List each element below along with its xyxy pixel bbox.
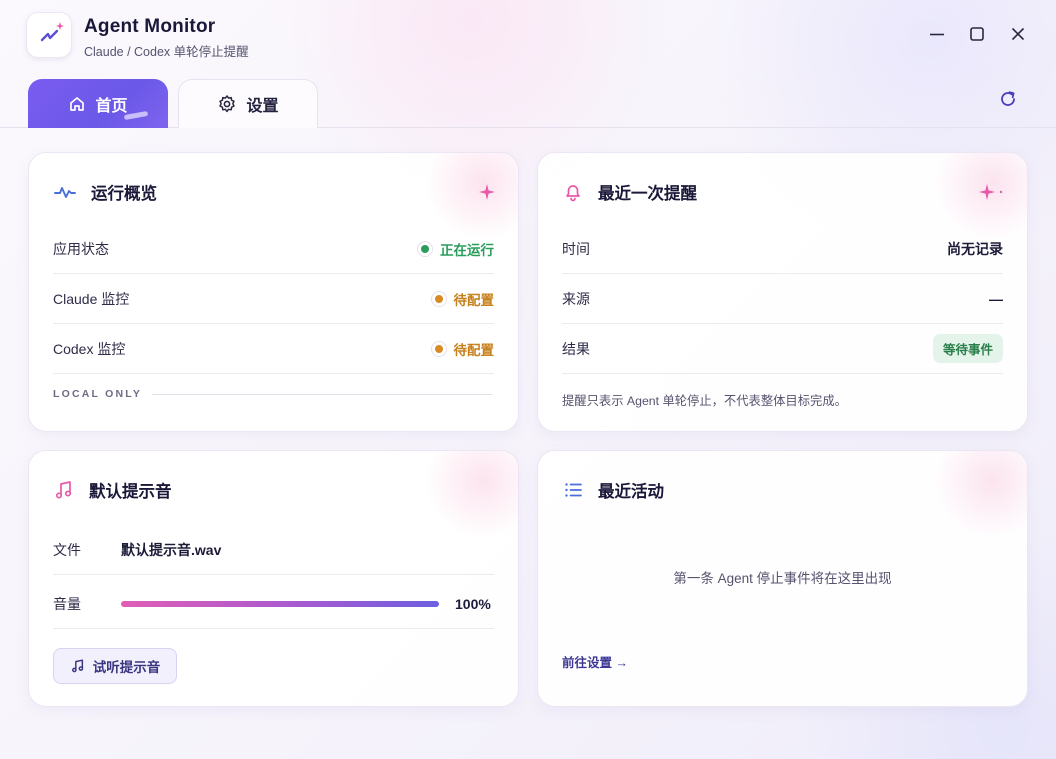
maximize-icon [970, 27, 984, 41]
lightning-sparkle-icon [40, 22, 64, 42]
music-note-icon [55, 481, 72, 499]
status-row-app: 应用状态 正在运行 [53, 224, 494, 274]
sound-card: 默认提示音 文件 默认提示音.wav 音量 100% 试听提示音 [28, 450, 519, 707]
sound-header: 默认提示音 [53, 478, 172, 502]
status-badge: 待配置 [430, 339, 494, 359]
sound-file-value: 默认提示音.wav [121, 541, 222, 558]
overview-header: 运行概览 [53, 180, 157, 204]
refresh-button[interactable] [996, 87, 1020, 111]
sparkle-icon [479, 184, 495, 200]
alert-source-label: 来源 [562, 290, 590, 307]
volume-value: 100% [455, 595, 491, 612]
goto-settings-link[interactable]: 前往设置 → [562, 652, 628, 671]
sound-volume-row: 音量 100% [53, 579, 494, 629]
alert-time-label: 时间 [562, 240, 590, 257]
tab-settings-label: 设置 [246, 98, 279, 115]
list-icon [565, 483, 582, 497]
last-alert-card: 最近一次提醒 时间 尚无记录 来源 — 结果 等待事件 提醒只表示 Agent … [537, 152, 1028, 432]
sound-file-label: 文件 [53, 541, 81, 558]
music-note-icon [71, 659, 83, 673]
divider [152, 393, 493, 395]
activity-header: 最近活动 [562, 478, 664, 502]
status-row-claude: Claude 监控 待配置 [53, 274, 494, 324]
status-dot [430, 340, 447, 357]
app-title: Agent Monitor [84, 16, 216, 37]
tab-home[interactable]: 首页 [28, 79, 168, 128]
alert-time-value: 尚无记录 [947, 240, 1003, 257]
status-row-codex: Codex 监控 待配置 [53, 324, 494, 374]
preview-sound-label: 试听提示音 [92, 660, 161, 675]
app-logo [26, 12, 72, 58]
status-label: Claude 监控 [53, 290, 130, 307]
sound-title: 默认提示音 [89, 483, 172, 501]
title-bar: Agent Monitor Claude / Codex 单轮停止提醒 [0, 0, 1056, 70]
tab-settings[interactable]: 设置 [178, 79, 318, 128]
activity-icon [54, 187, 76, 198]
alert-source-row: 来源 — [562, 274, 1003, 324]
tab-bar: 首页 设置 [0, 70, 1056, 128]
minimize-button[interactable] [925, 22, 949, 46]
volume-label: 音量 [53, 595, 81, 612]
status-label: 应用状态 [53, 240, 109, 257]
activity-title: 最近活动 [598, 483, 664, 501]
home-icon [70, 96, 85, 111]
status-label: Codex 监控 [53, 340, 126, 357]
last-alert-title: 最近一次提醒 [598, 185, 697, 203]
close-icon [1011, 27, 1025, 41]
alert-result-badge: 等待事件 [932, 334, 1003, 363]
sparkle-icon [979, 184, 1003, 200]
maximize-button[interactable] [965, 22, 989, 46]
overview-title: 运行概览 [91, 185, 157, 203]
refresh-icon [1001, 91, 1015, 106]
preview-sound-button[interactable]: 试听提示音 [53, 648, 177, 684]
status-dot [417, 240, 433, 257]
overview-card: 运行概览 应用状态 正在运行 Claude 监控 待配置 Codex 监控 待配… [28, 152, 519, 432]
status-dot [430, 290, 447, 307]
status-badge: 正在运行 [417, 239, 494, 259]
sound-file-row: 文件 默认提示音.wav [53, 525, 494, 575]
bell-icon [566, 185, 580, 202]
status-badge: 待配置 [430, 289, 494, 309]
local-only-footer: LOCAL ONLY [53, 388, 493, 400]
gear-icon [219, 95, 236, 113]
activity-empty-message: 第一条 Agent 停止事件将在这里出现 [673, 571, 892, 586]
alert-time-row: 时间 尚无记录 [562, 224, 1003, 274]
close-button[interactable] [1006, 22, 1030, 46]
last-alert-header: 最近一次提醒 [562, 180, 697, 204]
alert-result-label: 结果 [562, 340, 590, 357]
alert-result-row: 结果 等待事件 [562, 324, 1003, 374]
alert-note: 提醒只表示 Agent 单轮停止，不代表整体目标完成。 [562, 394, 847, 408]
alert-source-value: — [989, 290, 1003, 307]
app-subtitle: Claude / Codex 单轮停止提醒 [84, 45, 249, 59]
activity-card: 最近活动 第一条 Agent 停止事件将在这里出现 前往设置 → [537, 450, 1028, 707]
tab-home-label: 首页 [95, 97, 128, 115]
volume-slider[interactable] [121, 600, 439, 607]
minimize-icon [930, 33, 944, 36]
